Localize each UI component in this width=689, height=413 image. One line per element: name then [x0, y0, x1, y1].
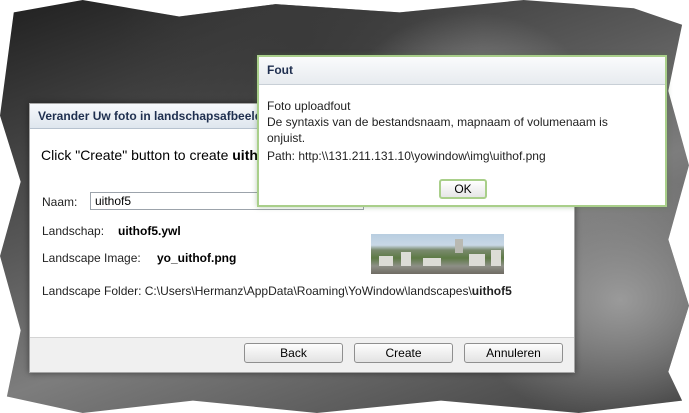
landscape-image-value: yo_uithof.png	[157, 251, 237, 265]
error-message-line-cont: onjuist.	[267, 131, 306, 145]
landscape-label: Landschap:	[42, 224, 105, 238]
landscape-thumbnail-image	[371, 234, 504, 274]
cancel-button[interactable]: Annuleren	[464, 343, 563, 363]
ok-button[interactable]: OK	[439, 179, 487, 199]
create-instruction-text: Click "Create" button to create	[41, 147, 233, 163]
landscape-folder-name: uithof5	[471, 284, 512, 298]
landscape-value: uithof5.ywl	[118, 224, 181, 238]
landscape-folder-label: Landscape Folder:	[42, 284, 145, 298]
create-instruction: Click "Create" button to create uithof5	[41, 147, 279, 163]
landscape-folder: Landscape Folder: C:\Users\Hermanz\AppDa…	[42, 284, 512, 298]
landscape-image-label: Landscape Image:	[42, 251, 141, 265]
error-dialog-title: Fout	[259, 57, 665, 85]
error-message-line: De syntaxis van de bestandsnaam, mapnaam…	[267, 115, 608, 129]
name-label: Naam:	[42, 195, 78, 209]
error-message-title: Foto uploadfout	[267, 99, 351, 113]
landscape-folder-path: C:\Users\Hermanz\AppData\Roaming\YoWindo…	[144, 284, 472, 298]
back-button[interactable]: Back	[244, 343, 343, 363]
error-dialog-body: Foto uploadfout De syntaxis van de besta…	[259, 85, 665, 205]
create-button[interactable]: Create	[354, 343, 453, 363]
error-message-path: Path: http:\\131.211.131.10\yowindow\img…	[267, 149, 546, 163]
error-dialog: Fout Foto uploadfout De syntaxis van de …	[257, 55, 667, 207]
